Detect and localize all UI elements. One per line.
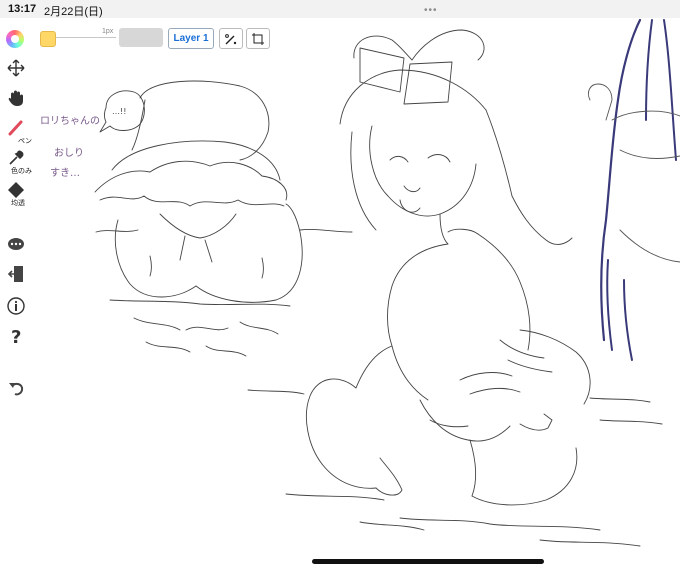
bubble-text: …!! [112,107,126,116]
brush-size-slider[interactable] [56,37,116,38]
hand-icon[interactable] [6,88,26,108]
crop-icon [252,32,264,45]
info-icon[interactable] [6,296,26,316]
status-date: 2月22日(日) [44,6,103,18]
chat-icon[interactable] [6,234,26,254]
opacity-box[interactable] [119,28,163,47]
note-line-1: ロリちゃんの [40,115,100,127]
multitask-dots[interactable]: ••• [424,5,438,16]
help-icon[interactable]: ? [6,326,26,346]
pen-icon[interactable] [6,118,26,138]
exit-icon[interactable] [6,264,26,284]
move-icon[interactable] [6,58,26,78]
note-line-2: おしり [54,147,84,159]
layer-button[interactable]: Layer 1 [168,28,214,49]
note-line-3: すき… [50,167,80,179]
handwritten-note: ロリちゃんの おしり すき… [40,115,100,179]
eyedropper-label: 色のみ [11,168,32,175]
status-bar: 13:17 2月22日(日) ••• [0,0,680,18]
left-sketch [94,80,353,357]
status-time: 13:17 [8,3,37,15]
color-wheel-icon[interactable] [6,30,24,48]
svg-text:?: ? [11,327,21,345]
brush-size-label: 1px [102,28,114,35]
wand-icon [225,33,237,44]
undo-icon[interactable] [6,378,26,398]
transform-button[interactable] [246,28,270,49]
eyedropper-icon[interactable] [6,148,26,168]
center-sketch [247,29,663,547]
eraser-label: 均透 [11,200,25,207]
filter-tool-button[interactable] [219,28,243,49]
pen-label: ペン [18,138,32,145]
eraser-icon[interactable] [6,180,26,200]
right-figure [587,18,680,361]
drawing-canvas[interactable]: ロリちゃんの おしり すき… …!! [0,18,680,569]
home-indicator[interactable] [312,559,544,564]
current-color-swatch[interactable] [40,31,56,47]
